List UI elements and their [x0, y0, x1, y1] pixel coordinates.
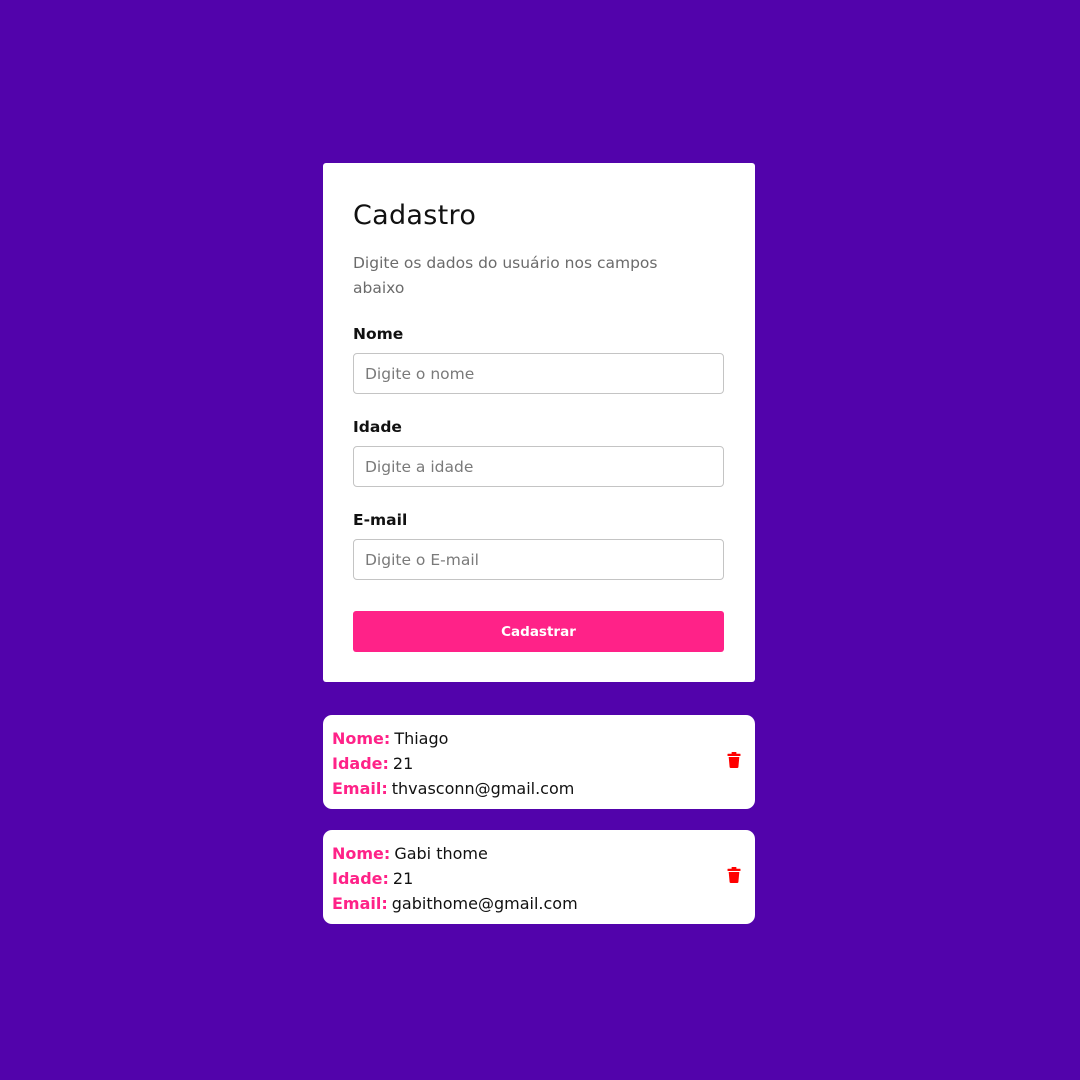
- user-age: 21: [392, 869, 414, 888]
- email-key: Email:: [332, 894, 388, 913]
- registration-form: Cadastro Digite os dados do usuário nos …: [323, 163, 755, 682]
- user-card: Nome: Thiago Idade: 21 Email: thvasconn@gma…: [323, 715, 755, 809]
- age-key: Idade:: [332, 754, 389, 773]
- user-email: gabithome@gmail.com: [391, 894, 578, 913]
- user-email: thvasconn@gmail.com: [391, 779, 575, 798]
- user-card: Nome: Gabi thome Idade: 21 Email: gabithome…: [323, 830, 755, 924]
- name-key: Nome:: [332, 844, 391, 863]
- name-input[interactable]: [353, 353, 724, 394]
- email-label: E-mail: [353, 511, 408, 529]
- submit-button[interactable]: Cadastrar: [353, 611, 724, 652]
- age-input[interactable]: [353, 446, 724, 487]
- user-age: 21: [392, 754, 414, 773]
- user-age-line: Idade: 21: [332, 866, 755, 891]
- form-subtitle: Digite os dados do usuário nos campos ab…: [353, 254, 658, 297]
- user-name-line: Nome: Gabi thome: [332, 841, 755, 866]
- user-email-line: Email: thvasconn@gmail.com: [332, 776, 755, 801]
- name-label: Nome: [353, 325, 404, 343]
- user-email-line: Email: gabithome@gmail.com: [332, 891, 755, 916]
- email-input[interactable]: [353, 539, 724, 580]
- user-age-line: Idade: 21: [332, 751, 755, 776]
- email-key: Email:: [332, 779, 388, 798]
- delete-user-button[interactable]: [727, 752, 741, 768]
- user-name: Gabi thome: [394, 844, 488, 863]
- trash-icon: [727, 752, 741, 768]
- age-label: Idade: [353, 418, 402, 436]
- user-name-line: Nome: Thiago: [332, 726, 755, 751]
- age-key: Idade:: [332, 869, 389, 888]
- form-title: Cadastro: [353, 200, 477, 231]
- user-name: Thiago: [394, 729, 449, 748]
- delete-user-button[interactable]: [727, 867, 741, 883]
- trash-icon: [727, 867, 741, 883]
- name-key: Nome:: [332, 729, 391, 748]
